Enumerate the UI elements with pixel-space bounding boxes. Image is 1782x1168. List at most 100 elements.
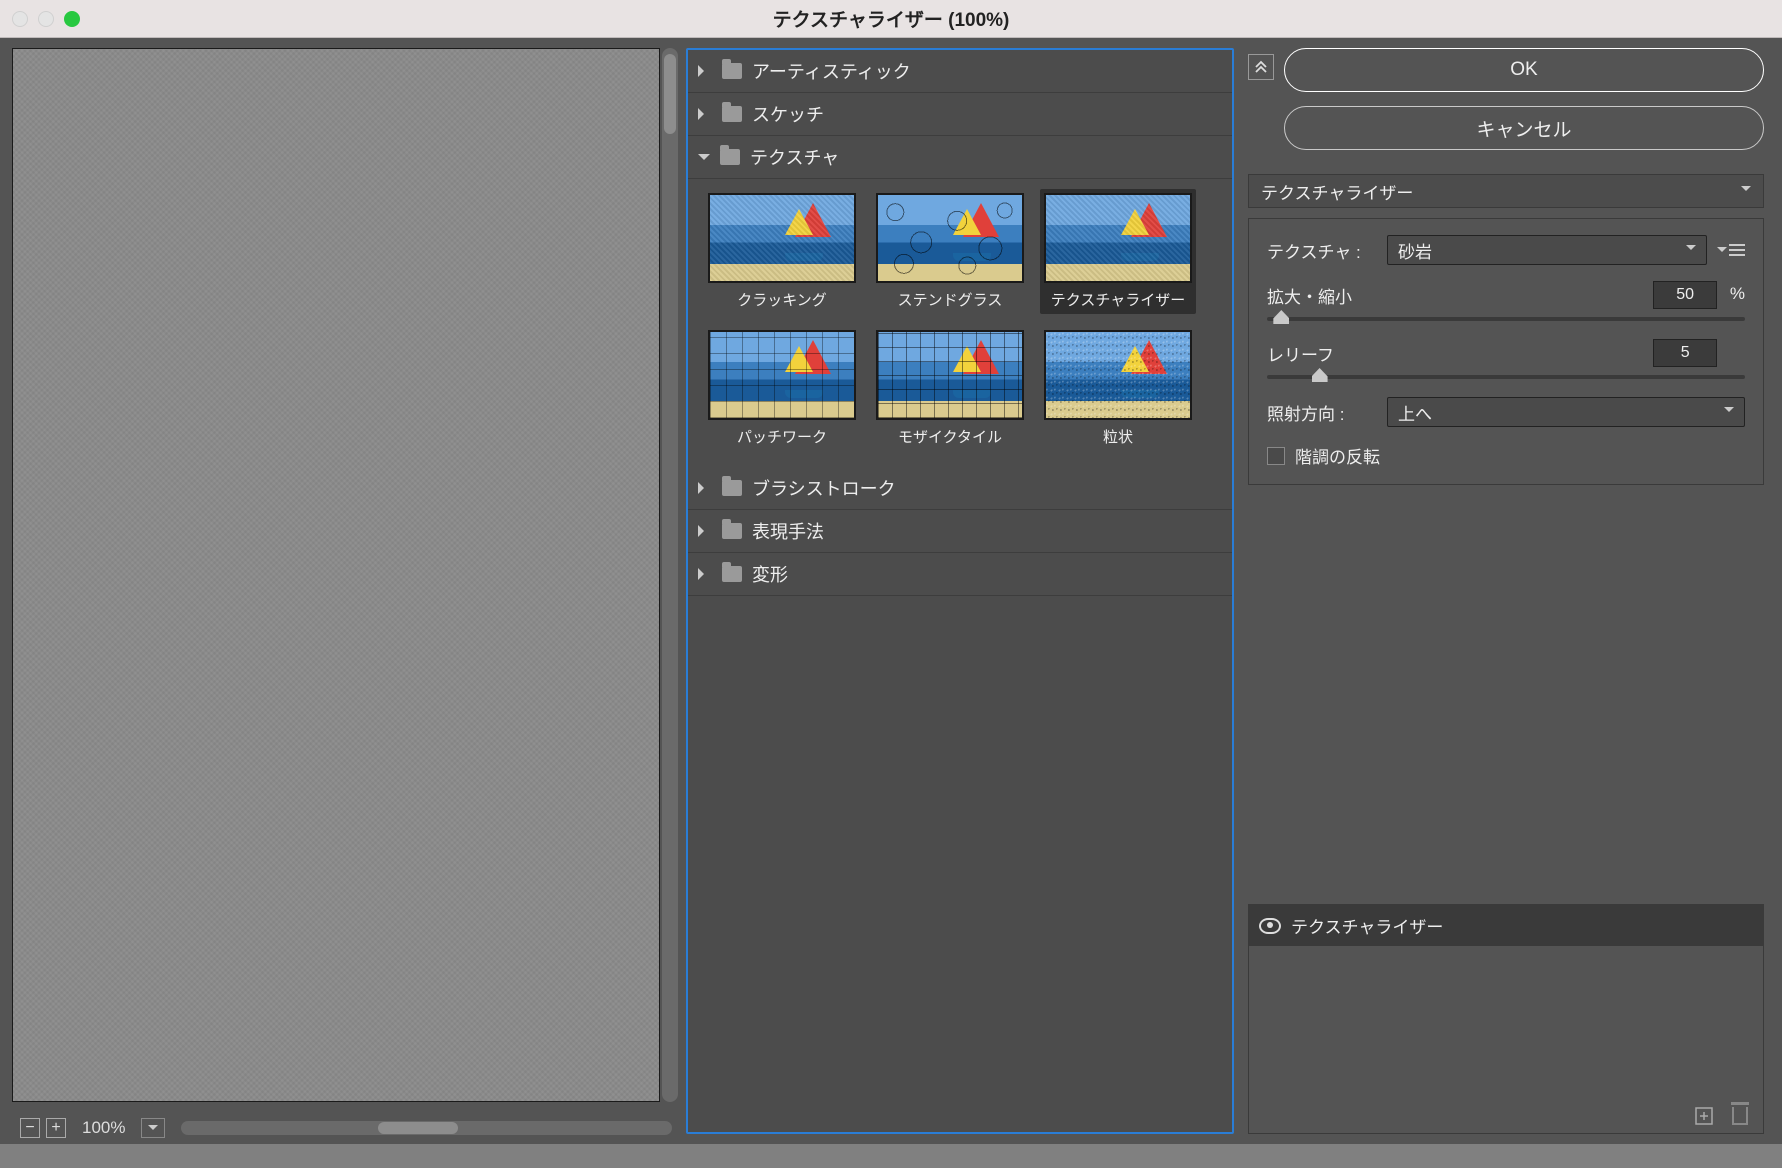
scale-slider[interactable]	[1267, 317, 1745, 321]
disclosure-closed-icon	[698, 568, 710, 580]
folder-icon	[722, 566, 742, 582]
preview-canvas[interactable]	[12, 48, 660, 1102]
thumb-label: パッチワーク	[737, 429, 827, 446]
preview-column: − + 100%	[0, 38, 680, 1144]
cancel-button[interactable]: キャンセル	[1284, 106, 1764, 150]
scale-label: 拡大・縮小	[1267, 283, 1352, 308]
scale-control: 拡大・縮小 %	[1267, 281, 1745, 321]
zoom-bar: − + 100%	[12, 1112, 680, 1144]
folder-icon	[722, 480, 742, 496]
category-label: テクスチャ	[750, 144, 839, 170]
category-stylize[interactable]: 表現手法	[688, 510, 1232, 553]
delete-effect-layer-button[interactable]	[1729, 1105, 1751, 1127]
texture-select[interactable]: 砂岩	[1387, 235, 1707, 265]
light-direction-value: 上へ	[1398, 400, 1432, 425]
parameters-panel: テクスチャ : 砂岩 拡大・縮小	[1248, 218, 1764, 485]
folder-icon	[722, 63, 742, 79]
thumb-craquelure[interactable]: クラッキング	[704, 189, 860, 314]
light-direction-select[interactable]: 上へ	[1387, 397, 1745, 427]
disclosure-closed-icon	[698, 65, 710, 77]
disclosure-closed-icon	[698, 525, 710, 537]
thumb-patchwork[interactable]: パッチワーク	[704, 326, 860, 451]
collapse-gallery-button[interactable]	[1248, 54, 1274, 80]
category-label: 表現手法	[752, 518, 824, 544]
chevron-down-icon	[1741, 181, 1751, 201]
relief-slider[interactable]	[1267, 375, 1745, 379]
thumb-label: 粒状	[1103, 429, 1133, 446]
invert-label: 階調の反転	[1295, 443, 1380, 468]
thumbnail-grid: クラッキング ステンドグラス テクスチャライザー	[688, 179, 1232, 467]
zoom-value: 100%	[72, 1118, 135, 1138]
chevron-down-icon	[1724, 402, 1734, 422]
invert-checkbox[interactable]	[1267, 447, 1285, 465]
texture-label: テクスチャ :	[1267, 238, 1377, 263]
controls-column: OK キャンセル テクスチャライザー テクスチャ : 砂岩	[1240, 38, 1782, 1144]
filter-gallery[interactable]: アーティスティック スケッチ テクスチャ クラッキング	[686, 48, 1234, 1134]
hamburger-icon	[1729, 244, 1745, 256]
thumb-label: モザイクタイル	[898, 429, 1002, 446]
folder-icon	[722, 523, 742, 539]
zoom-dropdown[interactable]	[141, 1118, 165, 1138]
relief-label: レリーフ	[1267, 341, 1334, 366]
texture-flyout-button[interactable]	[1717, 243, 1745, 257]
preview-vertical-scrollbar[interactable]	[662, 48, 678, 1102]
category-label: スケッチ	[752, 101, 824, 127]
category-distort[interactable]: 変形	[688, 553, 1232, 596]
trash-icon	[1732, 1107, 1748, 1125]
thumb-label: テクスチャライザー	[1051, 292, 1185, 309]
new-effect-layer-button[interactable]	[1693, 1105, 1715, 1127]
thumb-stained-glass[interactable]: ステンドグラス	[872, 189, 1028, 314]
category-label: 変形	[752, 561, 788, 587]
disclosure-closed-icon	[698, 108, 710, 120]
scale-input[interactable]	[1653, 281, 1717, 309]
scrollbar-thumb[interactable]	[378, 1122, 458, 1134]
texture-select-value: 砂岩	[1398, 238, 1432, 263]
thumb-image	[708, 193, 856, 283]
effect-layer-label: テクスチャライザー	[1291, 913, 1443, 938]
effect-layer-item[interactable]: テクスチャライザー	[1249, 905, 1763, 946]
thumb-image	[1044, 193, 1192, 283]
relief-input[interactable]	[1653, 339, 1717, 367]
preview-horizontal-scrollbar[interactable]	[181, 1121, 672, 1135]
thumb-texturizer[interactable]: テクスチャライザー	[1040, 189, 1196, 314]
relief-control: レリーフ %	[1267, 339, 1745, 379]
folder-icon	[720, 149, 740, 165]
visibility-eye-icon[interactable]	[1259, 918, 1281, 934]
folder-icon	[722, 106, 742, 122]
zoom-out-button[interactable]: −	[20, 1118, 40, 1138]
double-chevron-up-icon	[1254, 60, 1268, 74]
scale-unit: %	[1730, 284, 1745, 303]
light-direction-label: 照射方向 :	[1267, 400, 1377, 425]
zoom-in-button[interactable]: +	[46, 1118, 66, 1138]
workspace: − + 100% アーティスティック スケッチ テ	[0, 38, 1782, 1144]
chevron-down-icon	[1717, 247, 1727, 257]
disclosure-closed-icon	[698, 482, 710, 494]
thumb-image	[876, 330, 1024, 420]
category-label: アーティスティック	[752, 58, 911, 84]
slider-thumb[interactable]	[1312, 368, 1328, 382]
disclosure-open-icon	[698, 154, 710, 166]
filter-select-value: テクスチャライザー	[1261, 179, 1413, 204]
window-title: テクスチャライザー (100%)	[0, 5, 1782, 32]
category-texture[interactable]: テクスチャ	[688, 136, 1232, 179]
thumb-label: ステンドグラス	[898, 292, 1003, 309]
thumb-mosaic-tiles[interactable]: モザイクタイル	[872, 326, 1028, 451]
chevron-down-icon	[1686, 240, 1696, 260]
ok-button[interactable]: OK	[1284, 48, 1764, 92]
scrollbar-thumb[interactable]	[664, 54, 676, 134]
thumb-image	[876, 193, 1024, 283]
effect-layers-panel: テクスチャライザー	[1248, 904, 1764, 1134]
category-label: ブラシストローク	[752, 475, 896, 501]
thumb-image	[708, 330, 856, 420]
category-artistic[interactable]: アーティスティック	[688, 50, 1232, 93]
filter-select[interactable]: テクスチャライザー	[1248, 174, 1764, 208]
thumb-label: クラッキング	[737, 292, 827, 309]
plus-in-box-icon	[1694, 1106, 1714, 1126]
titlebar: テクスチャライザー (100%)	[0, 0, 1782, 38]
slider-thumb[interactable]	[1273, 310, 1289, 324]
category-brush-strokes[interactable]: ブラシストローク	[688, 467, 1232, 510]
category-sketch[interactable]: スケッチ	[688, 93, 1232, 136]
thumb-grain[interactable]: 粒状	[1040, 326, 1196, 451]
thumb-image	[1044, 330, 1192, 420]
filter-gallery-column: アーティスティック スケッチ テクスチャ クラッキング	[680, 38, 1240, 1144]
